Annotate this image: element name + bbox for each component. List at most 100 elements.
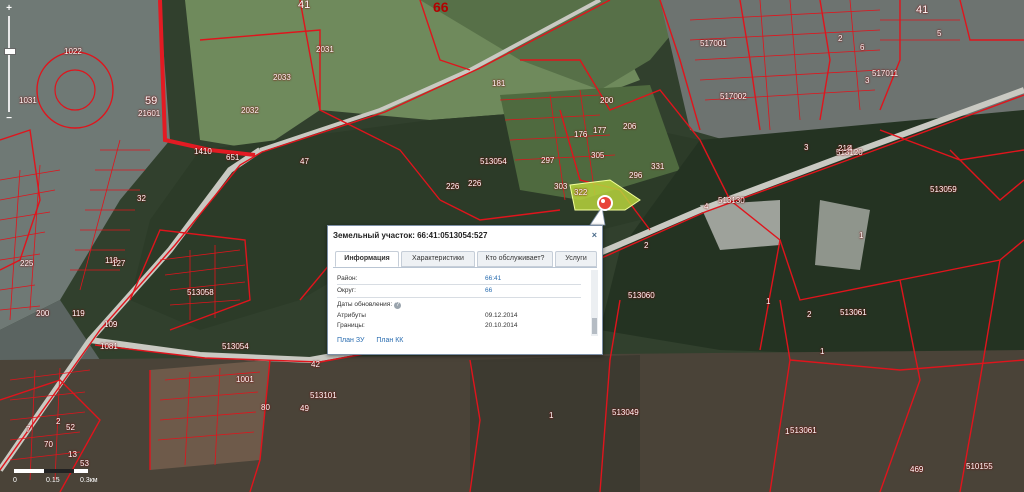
- parcel-info-popup: Земельный участок: 66:41:0513054:527 × И…: [327, 225, 603, 355]
- popup-body: Район: 66:41 Округ: 66 Даты обновления:?…: [333, 269, 588, 337]
- parcel-number-label: 4: [704, 202, 709, 211]
- tab-characteristics[interactable]: Характеристики: [401, 251, 475, 267]
- parcel-number-label: 651: [226, 153, 240, 162]
- parcel-number-label: 32: [137, 194, 146, 203]
- zoom-out-button[interactable]: −: [3, 114, 15, 124]
- parcel-number-label: 1: [785, 427, 790, 436]
- zoom-in-button[interactable]: +: [3, 4, 15, 14]
- quarter-label: 513054: [222, 342, 249, 351]
- parcel-number-label: 1: [859, 231, 864, 240]
- parcel-number-label: 2032: [241, 106, 259, 115]
- tab-information[interactable]: Информация: [335, 251, 399, 267]
- parcel-number-label: 1410: [194, 147, 212, 156]
- parcel-number-label: 305: [591, 151, 605, 160]
- scrollbar-thumb[interactable]: [592, 318, 597, 334]
- parcel-number-label: 2031: [316, 45, 334, 54]
- location-marker-icon[interactable]: [597, 195, 613, 211]
- tab-who-serves[interactable]: Кто обслуживает?: [477, 251, 553, 267]
- quarter-label: 510155: [966, 462, 993, 471]
- quarter-label: 513130: [718, 196, 745, 205]
- parcel-number-label: 52: [66, 423, 75, 432]
- district-label-3: 41: [916, 4, 929, 16]
- parcel-number-label: 109: [104, 320, 118, 329]
- parcel-number-label: 47: [300, 157, 309, 166]
- parcel-number-label: 13: [68, 450, 77, 459]
- quarter-label: 517001: [700, 39, 727, 48]
- location-marker-dot: [601, 199, 605, 203]
- quarter-label: 517011: [872, 69, 899, 78]
- quarter-label: 517002: [720, 92, 747, 101]
- popup-scrollbar[interactable]: [591, 270, 598, 336]
- help-icon[interactable]: ?: [394, 302, 402, 309]
- parcel-number-label: 3: [804, 143, 809, 152]
- close-icon[interactable]: ×: [592, 230, 597, 240]
- parcel-number-label: 4: [848, 144, 853, 153]
- parcel-number-label: 6: [860, 43, 865, 52]
- popup-tabs: Информация Характеристики Кто обслуживае…: [333, 250, 597, 268]
- attributes-label: Атрибуты: [337, 312, 366, 319]
- scale-label-2: 0.3км: [80, 477, 98, 484]
- parcel-number-label: 200: [600, 96, 614, 105]
- boundaries-label: Границы:: [337, 322, 365, 329]
- parcel-number-label: 1: [820, 347, 825, 356]
- parcel-number-label: 200: [36, 309, 50, 318]
- parcel-number-label: 127: [112, 259, 126, 268]
- parcel-number-label: 322: [574, 188, 588, 197]
- divider: [337, 284, 581, 285]
- scale-label-1: 0.15: [46, 477, 60, 484]
- okrug-value-link[interactable]: 66: [485, 287, 492, 294]
- zoom-handle[interactable]: [4, 48, 16, 55]
- parcel-number-label: 296: [629, 171, 643, 180]
- divider: [337, 297, 581, 298]
- quarter-label: 513058: [187, 288, 214, 297]
- parcel-number-label: 226: [446, 182, 460, 191]
- parcel-number-label: 331: [651, 162, 665, 171]
- parcel-number-label: 2: [807, 310, 812, 319]
- district-label-2: 59: [145, 95, 158, 107]
- quarter-label: 513061: [840, 308, 867, 317]
- parcel-number-label: 2: [56, 417, 61, 426]
- tab-services[interactable]: Услуги: [555, 251, 597, 267]
- parcel-number-label: 1: [549, 411, 554, 420]
- parcel-number-label: 5: [937, 29, 942, 38]
- scale-label-0: 0: [13, 477, 17, 484]
- quarter-label: 513101: [310, 391, 337, 400]
- district-label-1: 66: [433, 0, 449, 15]
- parcel-number-label: 225: [20, 259, 34, 268]
- parcel-number-label: 177: [593, 126, 607, 135]
- quarter-label: 513049: [612, 408, 639, 417]
- district-label: Район:: [337, 275, 358, 282]
- district-value-link[interactable]: 66:41: [485, 275, 501, 282]
- quarter-label: 513060: [628, 291, 655, 300]
- update-dates-heading: Даты обновления:?: [337, 301, 402, 309]
- quarter-plan-link[interactable]: План КК: [376, 337, 403, 344]
- parcel-number-label: 1022: [64, 47, 82, 56]
- parcel-plan-link[interactable]: План ЗУ: [337, 337, 364, 344]
- popup-title: Земельный участок: 66:41:0513054:527: [333, 231, 488, 240]
- parcel-number-label: 1001: [236, 375, 254, 384]
- parcel-number-label: 42: [311, 360, 320, 369]
- parcel-number-label: 297: [541, 156, 555, 165]
- parcel-number-label: 469: [910, 465, 924, 474]
- forest-south: [470, 355, 640, 492]
- parcel-number-label: 176: [574, 130, 588, 139]
- parcel-number-label: 7: [26, 425, 31, 434]
- scale-segment-3: [74, 469, 88, 473]
- scale-bar: 0 0.15 0.3км: [13, 466, 114, 492]
- attributes-date: 09.12.2014: [485, 312, 518, 319]
- parcel-number-label: 2033: [273, 73, 291, 82]
- parcel-number-label: 3: [865, 76, 870, 85]
- zoom-control[interactable]: + −: [3, 4, 16, 124]
- parcel-number-label: 1: [766, 297, 771, 306]
- parcel-number-label: 49: [300, 404, 309, 413]
- parcel-number-label: 70: [44, 440, 53, 449]
- parcel-number-label: 2: [644, 241, 649, 250]
- parcel-number-label: 80: [261, 403, 270, 412]
- parcel-number-label: 1081: [100, 342, 118, 351]
- update-dates-label: Даты обновления:: [337, 301, 393, 308]
- boundaries-date: 20.10.2014: [485, 322, 518, 329]
- okrug-label: Округ:: [337, 287, 356, 294]
- parcel-number-label: 181: [492, 79, 506, 88]
- zoom-track[interactable]: [8, 16, 10, 112]
- quarter-label: 513059: [930, 185, 957, 194]
